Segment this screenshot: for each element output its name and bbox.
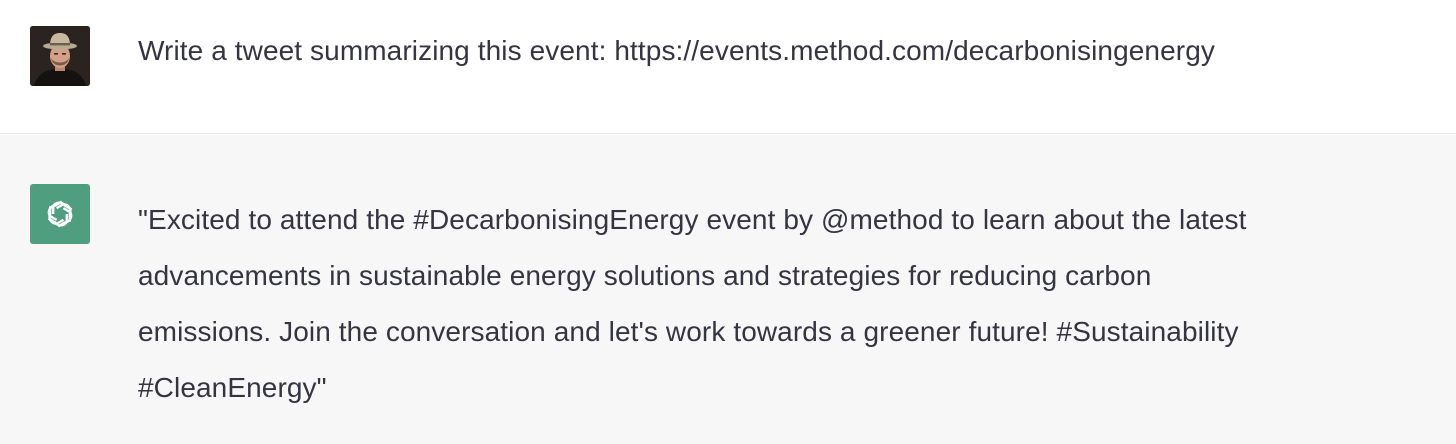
user-photo-avatar	[30, 26, 90, 86]
assistant-message-text: "Excited to attend the #DecarbonisingEne…	[138, 192, 1438, 416]
user-avatar	[30, 26, 90, 86]
assistant-message-row: "Excited to attend the #DecarbonisingEne…	[0, 135, 1456, 444]
user-message-text: Write a tweet summarizing this event: ht…	[138, 35, 1215, 66]
assistant-avatar	[30, 184, 90, 244]
user-message-row: Write a tweet summarizing this event: ht…	[0, 0, 1456, 134]
assistant-message-line: #CleanEnergy"	[138, 372, 327, 403]
openai-logo-icon	[47, 200, 73, 228]
chat-thread: Write a tweet summarizing this event: ht…	[0, 0, 1456, 444]
assistant-message-line: emissions. Join the conversation and let…	[138, 316, 1239, 347]
assistant-message-line: advancements in sustainable energy solut…	[138, 260, 1152, 291]
assistant-message-line: "Excited to attend the #DecarbonisingEne…	[138, 204, 1247, 235]
